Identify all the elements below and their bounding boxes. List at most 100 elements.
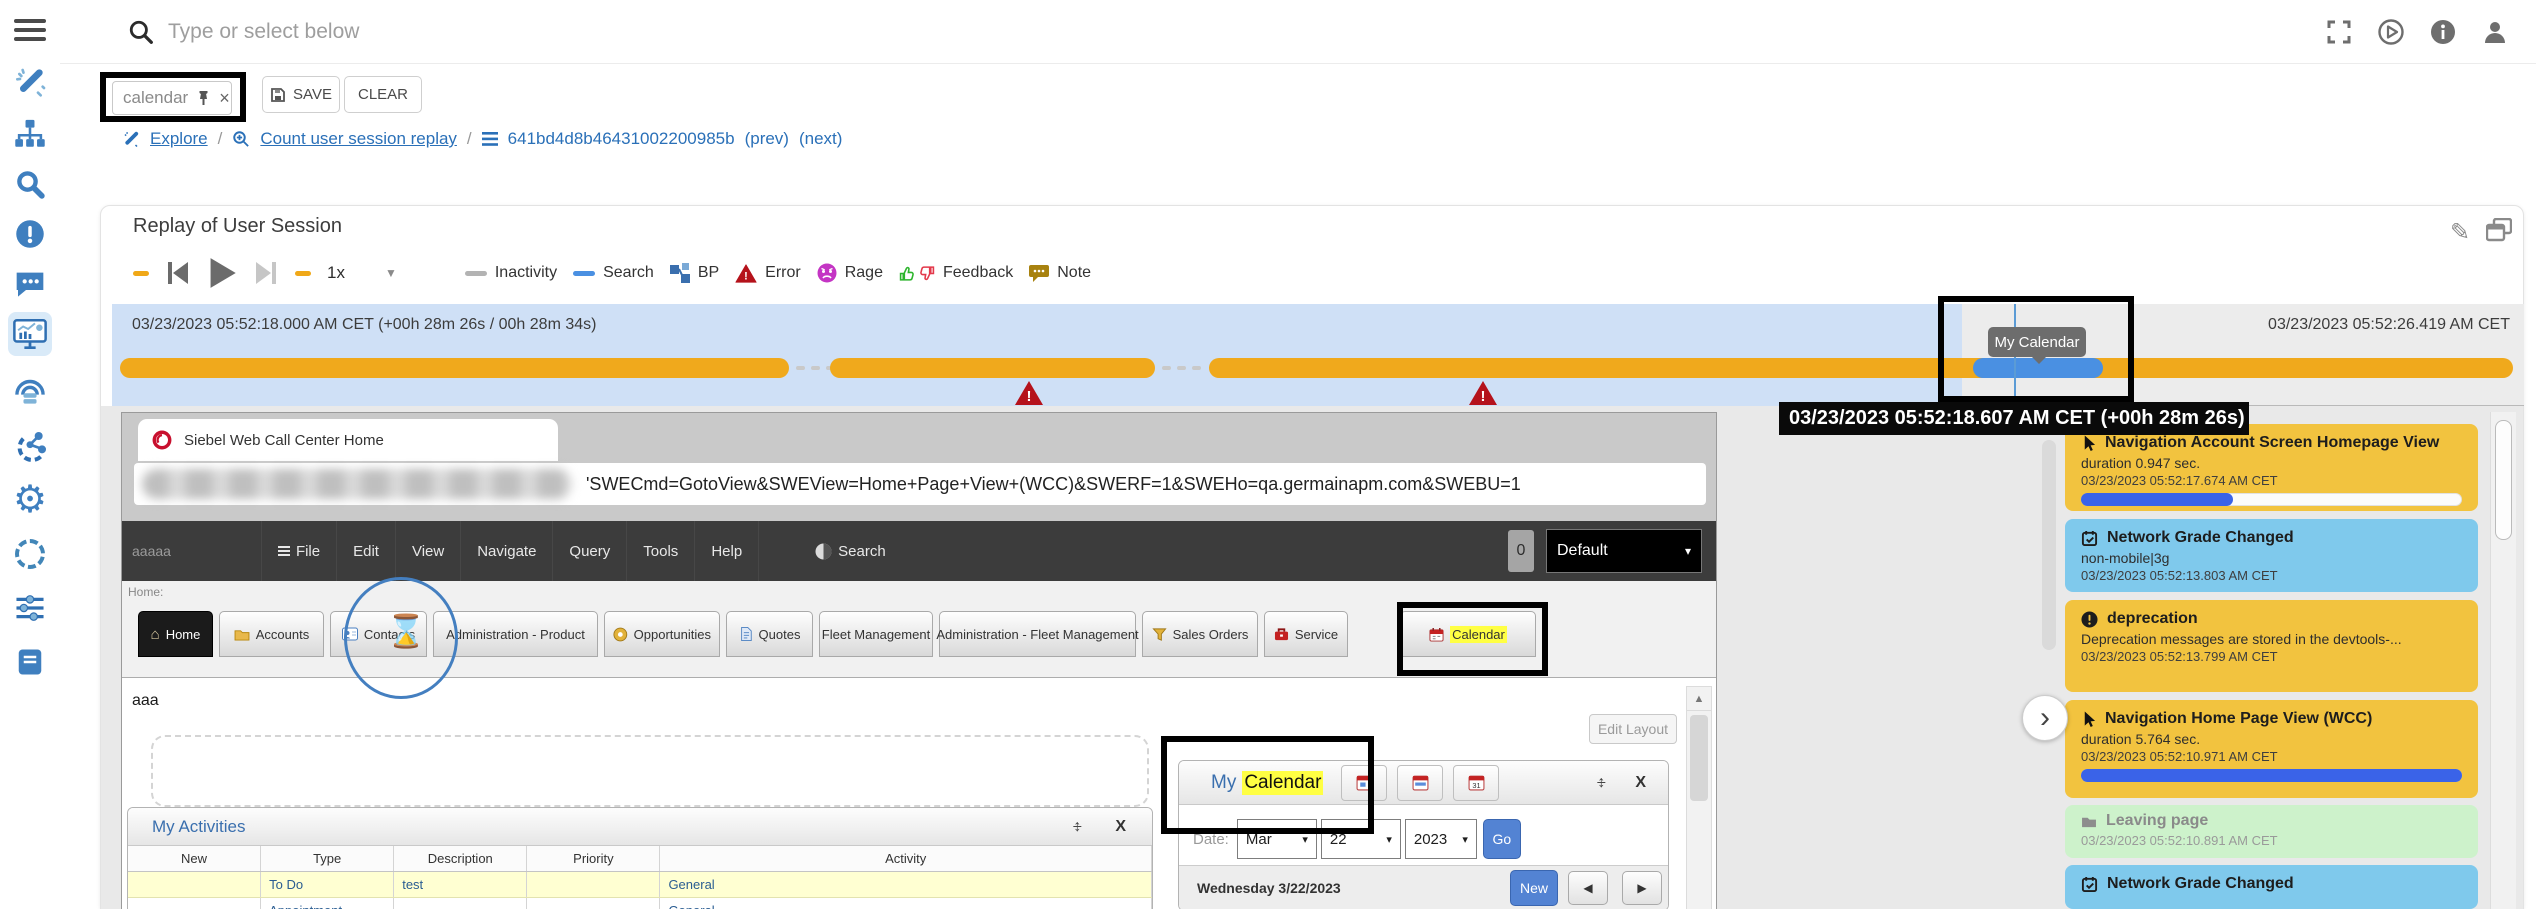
breadcrumb-report-link[interactable]: Count user session replay [260, 129, 457, 149]
menu-query[interactable]: Query [552, 521, 626, 581]
tab-opportunities[interactable]: Opportunities [604, 611, 720, 657]
siebel-search-button[interactable]: Search [799, 521, 902, 581]
sidebar-item-search[interactable] [8, 162, 52, 206]
save-button[interactable]: SAVE [262, 76, 340, 113]
activity-segment[interactable] [1209, 358, 2513, 378]
user-icon[interactable] [2482, 19, 2508, 45]
browser-url-bar[interactable]: 'SWECmd=GotoView&SWEView=Home+Page+View+… [134, 463, 1706, 505]
sidebar-item-hierarchy[interactable] [8, 112, 52, 156]
session-timeline[interactable]: 03/23/2023 05:52:18.000 AM CET (+00h 28m… [112, 304, 2524, 406]
menu-file[interactable]: File [261, 521, 336, 581]
breadcrumb-explore-link[interactable]: Explore [150, 129, 208, 149]
close-panel-icon[interactable]: X [1115, 818, 1126, 836]
sidebar-item-session-replay[interactable] [8, 312, 52, 356]
fullscreen-icon[interactable] [2326, 19, 2352, 45]
sidebar-item-topology[interactable] [8, 424, 52, 468]
breadcrumb-next-link[interactable]: (next) [799, 129, 842, 149]
breadcrumb-prev-link[interactable]: (prev) [745, 129, 789, 149]
menu-edit[interactable]: Edit [336, 521, 395, 581]
activity-segment[interactable] [120, 358, 789, 378]
pin-icon[interactable] [196, 90, 211, 106]
popout-window-icon[interactable] [2486, 218, 2512, 247]
event-card[interactable]: Network Grade Changed [2065, 865, 2478, 909]
scroll-up-icon[interactable]: ▲ [1687, 687, 1711, 711]
sidebar-item-wizard[interactable] [8, 60, 52, 104]
monthly-view-button[interactable]: 31 [1453, 765, 1499, 801]
chip-remove-icon[interactable]: × [219, 88, 230, 109]
month-select[interactable]: Mar▾ [1237, 819, 1317, 859]
menu-navigate[interactable]: Navigate [460, 521, 552, 581]
menu-tools[interactable]: Tools [626, 521, 694, 581]
chat-bubble-icon [14, 270, 46, 298]
notification-count-badge[interactable]: 0 [1508, 530, 1534, 572]
weekly-view-button[interactable] [1397, 765, 1443, 801]
menu-toggle-button[interactable] [8, 8, 52, 52]
event-card[interactable]: Leaving page 03/23/2023 05:52:10.891 AM … [2065, 805, 2478, 858]
sidebar-item-alerts[interactable] [8, 212, 52, 256]
breadcrumb-session-id[interactable]: 641bd4d8b46431002200985b [508, 129, 735, 149]
info-icon[interactable] [2430, 19, 2456, 45]
tab-calendar[interactable]: Calendar [1400, 611, 1536, 657]
collapse-panel-icon[interactable]: ↕ [1597, 774, 1605, 792]
play-button[interactable] [207, 257, 237, 289]
collapse-panel-icon[interactable]: ↕ [1073, 818, 1081, 836]
playback-speed[interactable]: 1x [327, 263, 345, 283]
events-scrollbar-thumb[interactable] [2495, 420, 2512, 540]
activity-row[interactable]: Appointment General [128, 898, 1152, 909]
event-card[interactable]: deprecation Deprecation messages are sto… [2065, 600, 2478, 692]
queue-select[interactable]: Default ▾ [1546, 529, 1702, 573]
events-scrollbar[interactable] [2490, 412, 2516, 909]
day-select[interactable]: 22▾ [1321, 819, 1401, 859]
prev-day-button[interactable]: ◀ [1568, 871, 1608, 905]
viewport-scrollbar-thumb[interactable] [2042, 440, 2056, 650]
tab-admin-fleet[interactable]: Administration - Fleet Management [939, 611, 1136, 657]
tab-home[interactable]: ⌂ Home [138, 611, 213, 657]
col-new[interactable]: New [128, 846, 261, 871]
sidebar-item-scheduler[interactable] [8, 532, 52, 576]
browser-tab[interactable]: Siebel Web Call Center Home [138, 419, 558, 461]
scrollbar-thumb[interactable] [1690, 715, 1708, 801]
speed-caret-icon[interactable]: ▼ [385, 266, 397, 280]
tab-fleet-management[interactable]: Fleet Management [819, 611, 933, 657]
year-select[interactable]: 2023▾ [1405, 819, 1477, 859]
error-marker-icon[interactable]: ! [1014, 380, 1044, 406]
events-sidebar-toggle[interactable]: › [2022, 695, 2068, 741]
sidebar-item-tuning[interactable] [8, 586, 52, 630]
tab-quotes[interactable]: Quotes [726, 611, 813, 657]
sidebar-item-docs[interactable] [8, 640, 52, 684]
menu-label: Edit [353, 543, 379, 560]
filter-chip-calendar[interactable]: calendar × [112, 81, 232, 115]
col-type[interactable]: Type [261, 846, 394, 871]
menu-help[interactable]: Help [694, 521, 759, 581]
go-button[interactable]: Go [1483, 819, 1521, 859]
next-day-button[interactable]: ▶ [1622, 871, 1662, 905]
content-scrollbar[interactable]: ▲ [1686, 686, 1712, 909]
tab-accounts[interactable]: Accounts [219, 611, 324, 657]
skip-back-button[interactable] [165, 260, 191, 286]
sidebar-item-monitoring[interactable] [8, 368, 52, 412]
sidebar-item-feedback[interactable] [8, 262, 52, 306]
daily-view-button[interactable] [1341, 765, 1387, 801]
play-circle-icon[interactable] [2378, 19, 2404, 45]
col-description[interactable]: Description [394, 846, 527, 871]
close-panel-icon[interactable]: X [1635, 774, 1646, 792]
sidebar-item-settings[interactable]: ⚙ [8, 478, 52, 522]
event-card[interactable]: Navigation Home Page View (WCC) duration… [2065, 700, 2478, 798]
edit-layout-button[interactable]: Edit Layout [1589, 714, 1677, 744]
event-card[interactable]: Navigation Account Screen Homepage View … [2065, 424, 2478, 511]
edit-pencil-icon[interactable]: ✎ [2450, 218, 2470, 247]
col-activity[interactable]: Activity [660, 846, 1152, 871]
global-search-input[interactable] [168, 20, 1068, 44]
menu-view[interactable]: View [395, 521, 460, 581]
col-priority[interactable]: Priority [527, 846, 660, 871]
tab-service[interactable]: Service [1264, 611, 1348, 657]
event-card[interactable]: Network Grade Changed non-mobile|3g 03/2… [2065, 519, 2478, 592]
url-visible-text: 'SWECmd=GotoView&SWEView=Home+Page+View+… [586, 474, 1521, 495]
activity-row[interactable]: To Do test General [128, 872, 1152, 898]
error-marker-icon[interactable]: ! [1468, 380, 1498, 406]
new-appointment-button[interactable]: New [1510, 870, 1558, 906]
skip-forward-button[interactable] [253, 260, 279, 286]
clear-button[interactable]: CLEAR [344, 76, 422, 113]
tab-sales-orders[interactable]: Sales Orders [1142, 611, 1258, 657]
activity-segment[interactable] [830, 358, 1155, 378]
